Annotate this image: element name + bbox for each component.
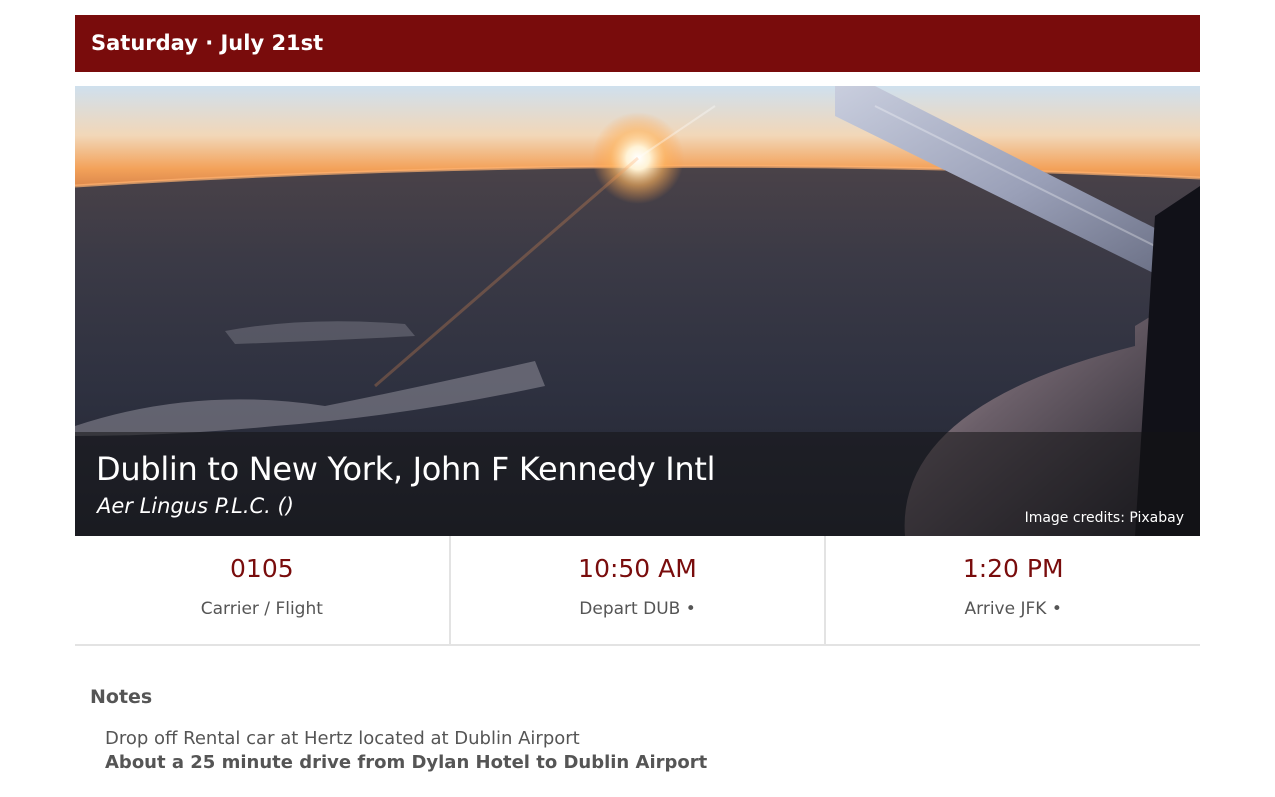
image-credit: Image credits: Pixabay	[1024, 510, 1184, 526]
notes-heading: Notes	[90, 686, 153, 708]
stat-depart: 10:50 AM Depart DUB •	[451, 536, 827, 644]
day-header: Saturday · July 21st	[75, 15, 1200, 72]
arrive-label: Arrive JFK •	[964, 599, 1062, 619]
route-title: Dublin to New York, John F Kennedy Intl	[96, 450, 716, 488]
depart-time: 10:50 AM	[578, 554, 697, 583]
stat-carrier-flight: 0105 Carrier / Flight	[75, 536, 451, 644]
flight-number: 0105	[230, 554, 294, 583]
stat-arrive: 1:20 PM Arrive JFK •	[826, 536, 1200, 644]
depart-label: Depart DUB •	[579, 599, 696, 619]
day-date-label: Saturday · July 21st	[91, 31, 324, 55]
flight-hero-image: Dublin to New York, John F Kennedy Intl …	[75, 86, 1200, 536]
flight-number-label: Carrier / Flight	[200, 599, 323, 619]
airline-name: Aer Lingus P.L.C. ()	[97, 494, 294, 518]
arrive-time: 1:20 PM	[962, 554, 1064, 583]
note-line: Drop off Rental car at Hertz located at …	[105, 728, 580, 749]
flight-stats: 0105 Carrier / Flight 10:50 AM Depart DU…	[75, 536, 1200, 646]
note-line: About a 25 minute drive from Dylan Hotel…	[105, 752, 708, 773]
